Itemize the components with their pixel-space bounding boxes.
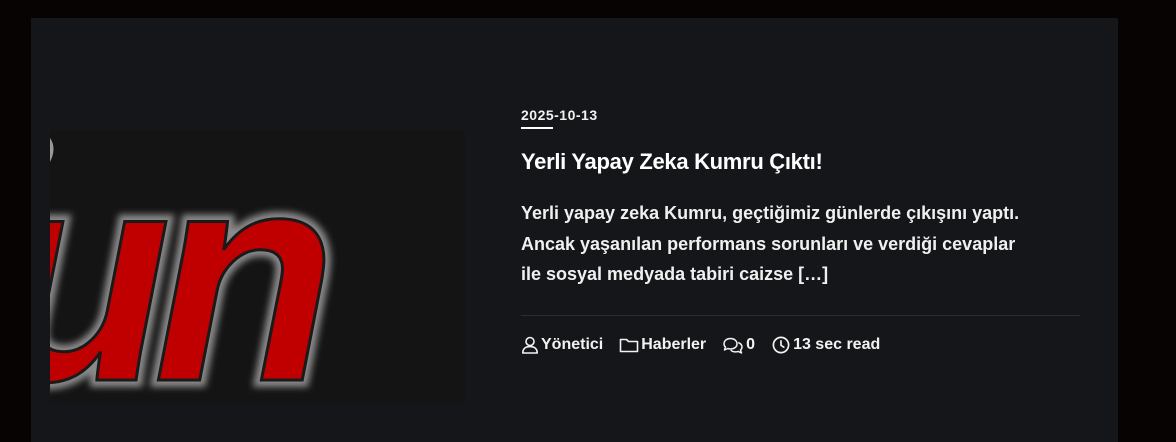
post-title-link[interactable]: Yerli Yapay Zeka Kumru Çıktı! [521,149,823,175]
category-name: Haberler [641,336,707,353]
post-content: 2025-10-13 Yerli Yapay Zeka Kumru Çıktı!… [521,18,1081,442]
meta-divider [521,315,1080,316]
category-link[interactable]: Haberler [619,336,706,354]
comments-icon [723,337,743,354]
read-time: 13 sec read [771,336,880,354]
kumru-logo-image: un un [50,130,465,403]
excerpt-line: Ancak yaşanılan performans sorunları ve … [521,233,1016,254]
post-meta: Yönetici Haberler 0 13 sec read [521,336,896,354]
post-date-link[interactable]: 2025-10-13 [521,107,598,123]
date-underline [521,127,553,129]
author-link[interactable]: Yönetici [521,336,603,354]
clock-icon [772,336,790,354]
user-icon [522,336,538,354]
read-time-text: 13 sec read [793,336,881,353]
excerpt-line: Yerli yapay zeka Kumru, geçtiğimiz günle… [521,203,1020,223]
comments-count: 0 [746,336,756,353]
logo-text: un [50,130,327,403]
author-name: Yönetici [541,336,604,353]
post-excerpt: Yerli yapay zeka Kumru, geçtiğimiz günle… [521,198,1081,290]
post-thumbnail[interactable]: un un [50,130,465,403]
comments-link[interactable]: 0 [722,336,755,354]
post-card: un un 2025-10-13 Yerli Yapay Zeka Kumru … [31,18,1118,442]
excerpt-line: ile sosyal medyada tabiri caizse […] [521,264,829,284]
folder-icon [619,338,639,353]
